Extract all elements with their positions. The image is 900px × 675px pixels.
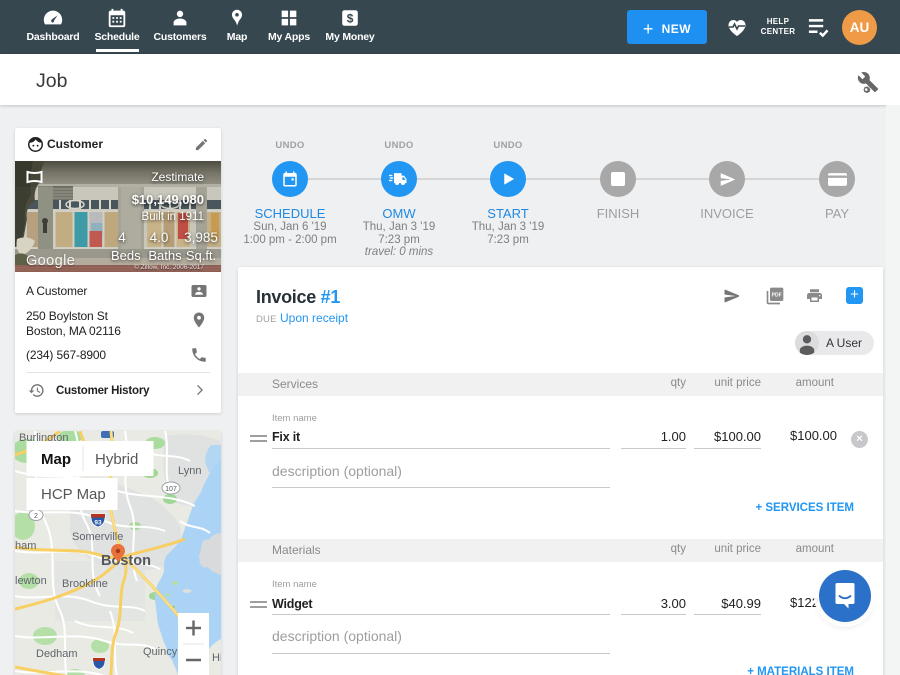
svg-text:ham: ham: [15, 540, 36, 552]
svg-text:Dedham: Dedham: [36, 648, 78, 660]
svg-text:lewton: lewton: [15, 575, 47, 587]
svg-text:107: 107: [165, 486, 177, 493]
svg-text:Somerville: Somerville: [72, 531, 123, 543]
svg-text:Quincy: Quincy: [143, 646, 178, 658]
svg-text:Lynn: Lynn: [178, 465, 201, 477]
svg-text:Hi: Hi: [212, 652, 221, 664]
svg-text:93: 93: [94, 520, 102, 527]
svg-text:Hybrid: Hybrid: [95, 451, 138, 468]
svg-text:$: $: [347, 12, 354, 26]
svg-text:Map: Map: [41, 451, 71, 468]
svg-text:2: 2: [34, 513, 38, 520]
svg-text:PDF: PDF: [772, 292, 782, 298]
svg-text:HCP Map: HCP Map: [41, 486, 106, 503]
svg-text:Brookline: Brookline: [62, 578, 108, 590]
svg-text:Boston: Boston: [101, 553, 151, 569]
